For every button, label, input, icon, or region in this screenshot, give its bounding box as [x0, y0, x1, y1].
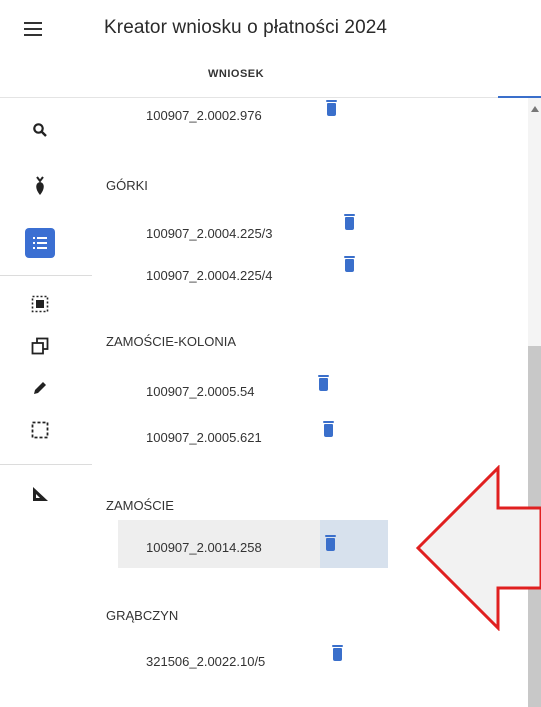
trash-icon[interactable]: [332, 645, 343, 661]
parcel-code: 100907_2.0004.225/3: [146, 226, 273, 241]
parcel-code: 100907_2.0014.258: [146, 540, 262, 555]
list-item[interactable]: 100907_2.0005.621: [118, 412, 368, 460]
hamburger-menu-icon[interactable]: [24, 22, 42, 36]
group-label: ZAMOŚCIE-KOLONIA: [106, 334, 237, 349]
trash-icon[interactable]: [323, 421, 334, 437]
copy-icon[interactable]: [26, 332, 54, 360]
trash-icon[interactable]: [318, 375, 329, 391]
group-label: ZAMOŚCIE: [106, 498, 174, 513]
group-label: GRĄBCZYN: [106, 608, 179, 623]
parcel-code: 100907_2.0005.54: [146, 384, 255, 399]
toolbar-divider: [0, 275, 92, 276]
parcel-code: 100907_2.0004.225/4: [146, 268, 273, 283]
dashed-selection-icon[interactable]: [26, 416, 54, 444]
tab-bar: WNIOSEK: [0, 60, 541, 98]
left-toolbar: [0, 98, 92, 707]
list-item[interactable]: 100907_2.0005.54: [118, 366, 368, 414]
search-icon[interactable]: [26, 116, 54, 144]
parcel-code: 321506_2.0022.10/5: [146, 654, 266, 669]
parcel-code: 100907_2.0002.976: [146, 108, 262, 123]
app-header: Kreator wniosku o płatności 2024: [0, 0, 541, 60]
pencil-icon[interactable]: [26, 374, 54, 402]
list-item[interactable]: 100907_2.0002.976: [118, 98, 368, 146]
annotation-arrow: [415, 465, 541, 631]
trash-icon[interactable]: [326, 100, 337, 116]
parcel-code: 100907_2.0005.621: [146, 430, 262, 445]
tab-wniosek[interactable]: WNIOSEK: [208, 68, 264, 80]
trash-icon[interactable]: [344, 214, 355, 230]
list-item[interactable]: 100907_2.0004.225/3: [118, 208, 368, 256]
app-title: Kreator wniosku o płatności 2024: [104, 17, 388, 38]
scroll-up-icon[interactable]: [531, 106, 539, 112]
list-item[interactable]: 321506_2.0022.10/5: [118, 636, 368, 684]
trash-icon[interactable]: [325, 535, 336, 551]
group-label: GÓRKI: [106, 178, 148, 193]
beet-icon[interactable]: [26, 172, 54, 200]
list-item-selected[interactable]: 100907_2.0014.258: [118, 520, 388, 568]
list-item[interactable]: 100907_2.0004.225/4: [118, 250, 368, 298]
trash-icon[interactable]: [344, 256, 355, 272]
ruler-icon[interactable]: [26, 480, 54, 508]
select-parcel-icon[interactable]: [26, 290, 54, 318]
list-icon[interactable]: [25, 228, 55, 258]
toolbar-divider: [0, 464, 92, 465]
